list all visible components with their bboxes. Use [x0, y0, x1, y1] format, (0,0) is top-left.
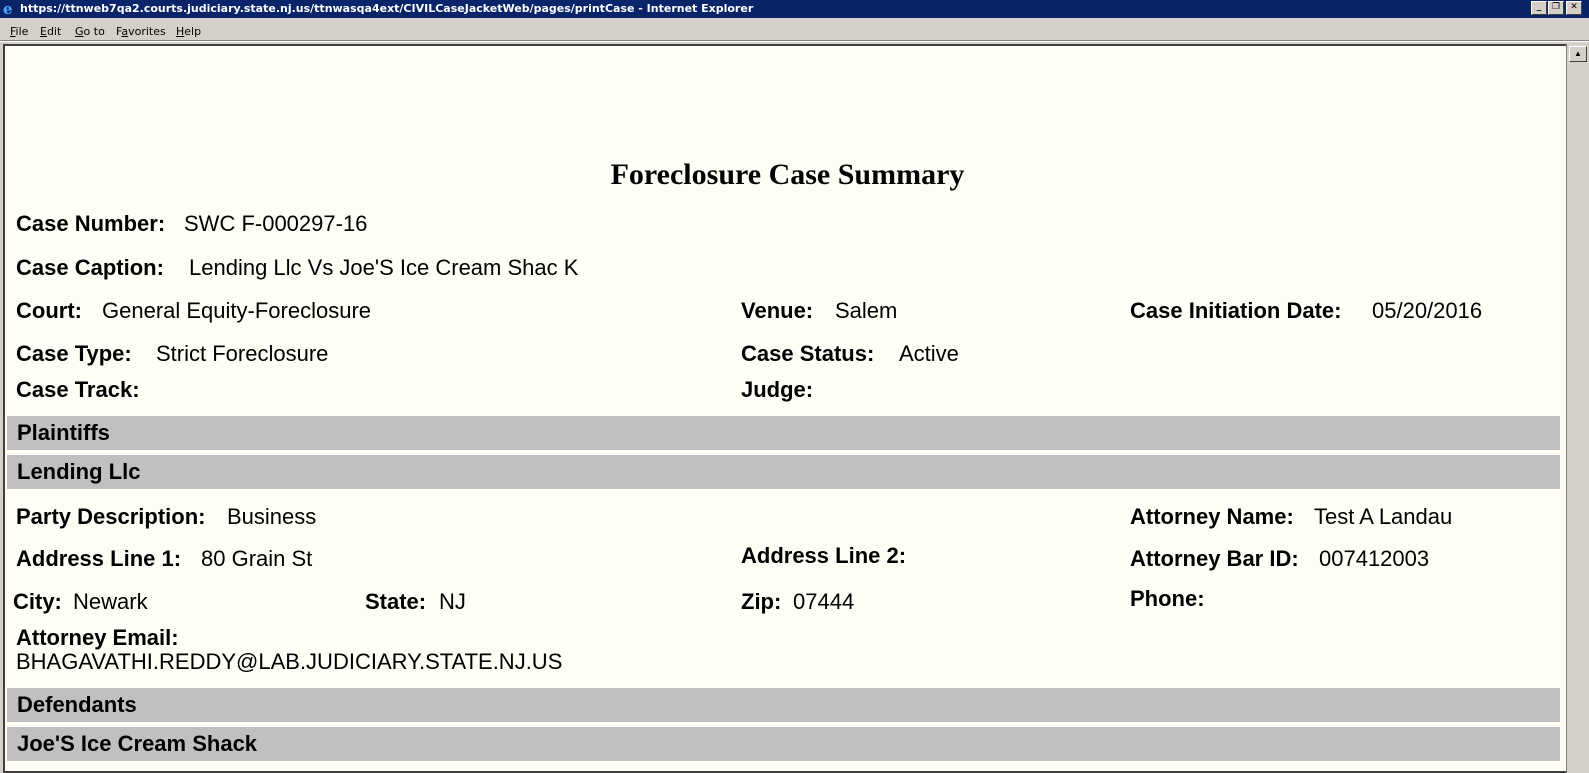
address-line-1-label: Address Line 1:	[16, 546, 182, 571]
state-label: State:	[365, 589, 427, 614]
case-type-label: Case Type:	[16, 341, 132, 366]
address-line-2-label: Address Line 2:	[741, 543, 907, 568]
party-description-value: Business	[227, 504, 317, 529]
address-line-1-value: 80 Grain St	[201, 546, 313, 571]
menu-help[interactable]: Help	[176, 25, 201, 38]
venue-label: Venue:	[741, 298, 814, 323]
attorney-email-value: BHAGAVATHI.REDDY@LAB.JUDICIARY.STATE.NJ.…	[16, 649, 563, 674]
plaintiffs-heading: Plaintiffs	[17, 420, 110, 445]
case-type-value: Strict Foreclosure	[156, 341, 329, 366]
party-description-label: Party Description:	[16, 504, 206, 529]
city-label: City:	[13, 589, 62, 614]
state-value: NJ	[439, 589, 466, 614]
attorney-name-value: Test A Landau	[1314, 504, 1453, 529]
vertical-scrollbar[interactable]: ▲	[1566, 44, 1589, 773]
case-caption-label: Case Caption:	[16, 255, 164, 280]
menu-edit[interactable]: Edit	[40, 25, 61, 38]
window-title: https://ttnweb7qa2.courts.judiciary.stat…	[20, 2, 754, 15]
attorney-email-label: Attorney Email:	[16, 625, 179, 650]
document-content: Foreclosure Case Summary Case Number: SW…	[3, 44, 1568, 773]
case-initiation-date-label: Case Initiation Date:	[1130, 298, 1342, 323]
menu-go-to[interactable]: Go to	[75, 25, 105, 38]
phone-label: Phone:	[1130, 586, 1205, 611]
attorney-bar-id-label: Attorney Bar ID:	[1130, 546, 1299, 571]
menu-favorites[interactable]: Favorites	[116, 25, 166, 38]
menu-bar: File Edit Go to Favorites Help	[0, 20, 1589, 42]
case-number-value: SWC F-000297-16	[184, 211, 368, 236]
page-title: Foreclosure Case Summary	[610, 158, 965, 191]
minimize-icon[interactable]: _	[1531, 1, 1547, 15]
case-initiation-date-value: 05/20/2016	[1372, 298, 1483, 323]
maximize-icon[interactable]: ❐	[1548, 1, 1564, 15]
defendants-heading: Defendants	[17, 692, 137, 717]
defendant-party-name: Joe'S Ice Cream Shack	[17, 731, 258, 756]
attorney-bar-id-value: 007412003	[1319, 546, 1430, 571]
plaintiffs-section-header: Plaintiffs	[7, 416, 1560, 450]
case-status-label: Case Status:	[741, 341, 875, 366]
case-caption-value: Lending Llc Vs Joe'S Ice Cream Shac K	[189, 255, 579, 280]
zip-value: 07444	[793, 589, 855, 614]
court-label: Court:	[16, 298, 82, 323]
plaintiff-party-name: Lending Llc	[17, 459, 141, 484]
judge-label: Judge:	[741, 377, 814, 402]
zip-label: Zip:	[741, 589, 782, 614]
venue-value: Salem	[835, 298, 898, 323]
scroll-up-arrow-icon[interactable]: ▲	[1569, 46, 1587, 62]
attorney-name-label: Attorney Name:	[1130, 504, 1294, 529]
city-value: Newark	[73, 589, 148, 614]
case-number-label: Case Number:	[16, 211, 166, 236]
close-icon[interactable]: ✕	[1566, 1, 1582, 15]
window-title-bar: e https://ttnweb7qa2.courts.judiciary.st…	[0, 0, 1589, 18]
plaintiff-party-header: Lending Llc	[7, 455, 1560, 489]
court-value: General Equity-Foreclosure	[102, 298, 372, 323]
menu-separator	[0, 40, 1589, 42]
case-track-label: Case Track:	[16, 377, 140, 402]
defendant-party-header: Joe'S Ice Cream Shack	[7, 727, 1560, 761]
internet-explorer-icon: e	[3, 0, 13, 18]
menu-file[interactable]: File	[10, 25, 28, 38]
case-status-value: Active	[899, 341, 959, 366]
defendants-section-header: Defendants	[7, 688, 1560, 722]
